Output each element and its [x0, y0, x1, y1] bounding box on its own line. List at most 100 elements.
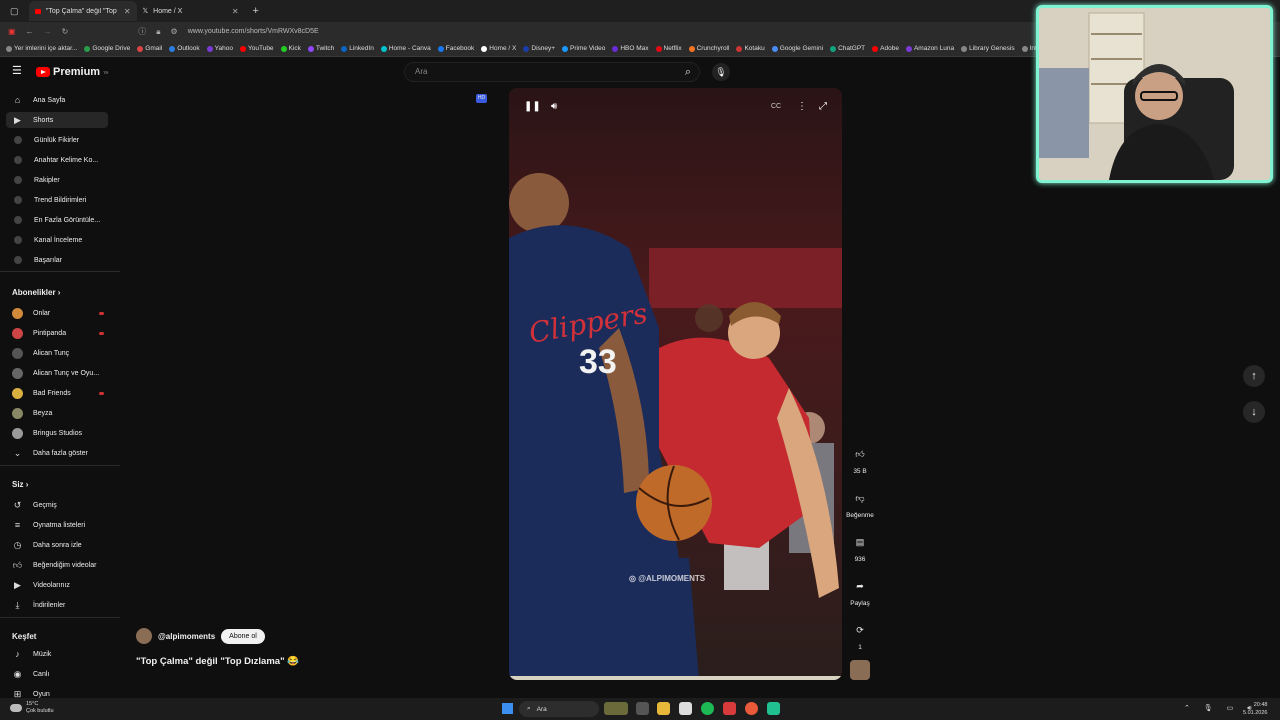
sidebar-item[interactable]: Alican Tunç: [6, 345, 108, 361]
menu-icon[interactable]: ☰: [12, 64, 22, 77]
sidebar-item[interactable]: Bad Friends: [6, 385, 108, 401]
sidebar-item[interactable]: Trend Bildirimleri: [6, 192, 108, 208]
sidebar-toggle-icon[interactable]: ▢: [0, 6, 29, 17]
tab-youtube[interactable]: "Top Çalma" değil "Top Dı ✕: [28, 1, 137, 21]
sidebar-item[interactable]: ≡ Oynatma listeleri: [6, 517, 108, 533]
bookmark-item[interactable]: Gmail: [137, 45, 162, 52]
bookmark-item[interactable]: HBO Max: [612, 45, 649, 52]
bookmark-item[interactable]: Prime Video: [562, 45, 605, 52]
sidebar-item[interactable]: En Fazla Görüntüle...: [6, 212, 108, 228]
bookmark-item[interactable]: LinkedIn: [341, 45, 374, 52]
sidebar-divider: [0, 465, 120, 466]
dislike-button[interactable]: 👎︎ Beğenme: [840, 488, 880, 520]
back-button[interactable]: ←: [26, 27, 34, 36]
pause-icon[interactable]: ❚❚: [524, 101, 541, 112]
sidebar-item[interactable]: Onlar: [6, 305, 108, 321]
mic-icon[interactable]: 🎙︎: [712, 63, 730, 81]
sidebar-item[interactable]: Anahtar Kelime Ko...: [6, 152, 108, 168]
subscription-avatar: [12, 407, 23, 419]
bookmark-item[interactable]: YouTube: [240, 45, 274, 52]
sidebar-item[interactable]: ↺ Geçmiş: [6, 497, 108, 513]
close-tab-icon[interactable]: ✕: [232, 7, 239, 16]
youtube-logo[interactable]: Premium TR: [36, 66, 108, 78]
sidebar-item[interactable]: Beyza: [6, 405, 108, 421]
bookmark-item[interactable]: Facebook: [437, 45, 474, 52]
close-tab-icon[interactable]: ✕: [124, 7, 131, 16]
taskbar-search[interactable]: ⌕ Ara: [519, 701, 599, 717]
subscribe-button[interactable]: Abone ol: [221, 628, 265, 644]
remix-button[interactable]: ⟳ 1: [846, 620, 874, 652]
bookmark-item[interactable]: Outlook: [169, 45, 200, 52]
sidebar-item[interactable]: ▶ Videolarınız: [6, 577, 108, 593]
sidebar-item[interactable]: 👍︎ Beğendiğim videolar: [6, 557, 108, 573]
widgets-icon[interactable]: [604, 702, 628, 715]
sidebar-item[interactable]: Pintipanda: [6, 325, 108, 341]
url-field[interactable]: www.youtube.com/shorts/VmRWXv8cD5E: [188, 28, 319, 35]
hd-badge-icon[interactable]: HD: [476, 94, 487, 103]
channel-avatar[interactable]: [136, 628, 152, 644]
sidebar-item[interactable]: Bringus Studios: [6, 425, 108, 441]
sound-thumbnail[interactable]: [850, 660, 870, 680]
bookmark-item[interactable]: Kick: [280, 45, 301, 52]
fullscreen-icon[interactable]: ⤢: [819, 101, 827, 112]
bookmark-item[interactable]: Google Gemini: [771, 45, 823, 52]
bookmark-item[interactable]: Netflix: [655, 45, 682, 52]
task-view-icon[interactable]: [636, 702, 649, 715]
you-header[interactable]: Siz ›: [12, 480, 28, 489]
bookmark-item[interactable]: Library Genesis: [961, 45, 1015, 52]
previous-video-button[interactable]: ↑: [1243, 365, 1265, 387]
share-button[interactable]: ➦ Paylaş: [846, 576, 874, 608]
bookmark-item[interactable]: Google Drive: [84, 45, 130, 52]
next-video-button[interactable]: ↓: [1243, 401, 1265, 423]
volume-icon[interactable]: 🔊︎: [551, 101, 557, 112]
windows-start-icon[interactable]: [502, 703, 513, 714]
bookmark-item[interactable]: Adobe: [872, 45, 899, 52]
sidebar-item[interactable]: ♪ Müzik: [6, 646, 108, 662]
search-icon[interactable]: ⌕: [676, 62, 700, 82]
sidebar-item[interactable]: Alican Tunç ve Oyu...: [6, 365, 108, 381]
bookmark-item[interactable]: Yer imlerini içe aktar...: [6, 45, 77, 52]
reload-button[interactable]: ↻: [62, 27, 69, 36]
sidebar-item[interactable]: ⌄ Daha fazla göster: [6, 445, 108, 461]
store-icon[interactable]: [679, 702, 692, 715]
clock[interactable]: 20:48 5.01.2026: [1243, 701, 1267, 717]
sidebar-item[interactable]: Kanal İnceleme: [6, 232, 108, 248]
bookmark-item[interactable]: Crunchyroll: [688, 45, 729, 52]
bookmark-item[interactable]: Home / X: [481, 45, 516, 52]
more-options-icon[interactable]: ⋮: [797, 101, 807, 112]
comments-button[interactable]: ▤ 936: [846, 532, 874, 564]
shorts-video-player[interactable]: Clippers 33 ❚❚ 🔊︎ CC ⋮ ⤢ ◎ @ALPIMOMENTS: [509, 88, 842, 680]
subscriptions-header[interactable]: Abonelikler ›: [12, 288, 60, 297]
sidebar-item[interactable]: ⤓ İndirilenler: [6, 597, 108, 613]
bookmark-item[interactable]: Home - Canva: [380, 45, 431, 52]
sidebar-item[interactable]: Günlük Fikirler: [6, 132, 108, 148]
sidebar-item[interactable]: Rakipler: [6, 172, 108, 188]
bookmark-item[interactable]: Twitch: [307, 45, 334, 52]
sidebar-item[interactable]: ▶ Shorts: [6, 112, 108, 128]
captions-icon[interactable]: CC: [771, 103, 781, 110]
weather-widget[interactable]: 15°C Çok bulutlu: [10, 701, 54, 715]
sidebar-item[interactable]: ◷ Daha sonra izle: [6, 537, 108, 553]
browser-icon[interactable]: [745, 702, 758, 715]
like-button[interactable]: 👍︎ 35 B: [846, 444, 874, 476]
bookmark-item[interactable]: Disney+: [523, 45, 555, 52]
bookmark-item[interactable]: Yahoo: [206, 45, 233, 52]
sidebar-item[interactable]: ◉ Canlı: [6, 666, 108, 682]
bookmark-item[interactable]: Kotaku: [736, 45, 765, 52]
spotify-icon[interactable]: [701, 702, 714, 715]
forward-button[interactable]: →: [44, 27, 52, 36]
new-tab-button[interactable]: +: [245, 5, 267, 17]
file-explorer-icon[interactable]: [657, 702, 670, 715]
app-icon[interactable]: [767, 702, 780, 715]
sidebar-item[interactable]: ⌂ Ana Sayfa: [6, 92, 108, 108]
office-icon[interactable]: [723, 702, 736, 715]
channel-name[interactable]: @alpimoments: [158, 632, 215, 641]
sidebar-item[interactable]: Başarılar: [6, 252, 108, 268]
search-input[interactable]: Ara: [404, 62, 700, 82]
info-icon[interactable]: ⓘ: [138, 26, 146, 37]
bookmark-item[interactable]: ChatGPT: [830, 45, 865, 52]
collections-icon[interactable]: ▣: [8, 27, 16, 36]
tab-x[interactable]: 𝕏 Home / X ✕: [137, 1, 245, 21]
bookmark-item[interactable]: Amazon Luna: [905, 45, 954, 52]
settings-icon[interactable]: ⚙︎: [171, 27, 178, 36]
